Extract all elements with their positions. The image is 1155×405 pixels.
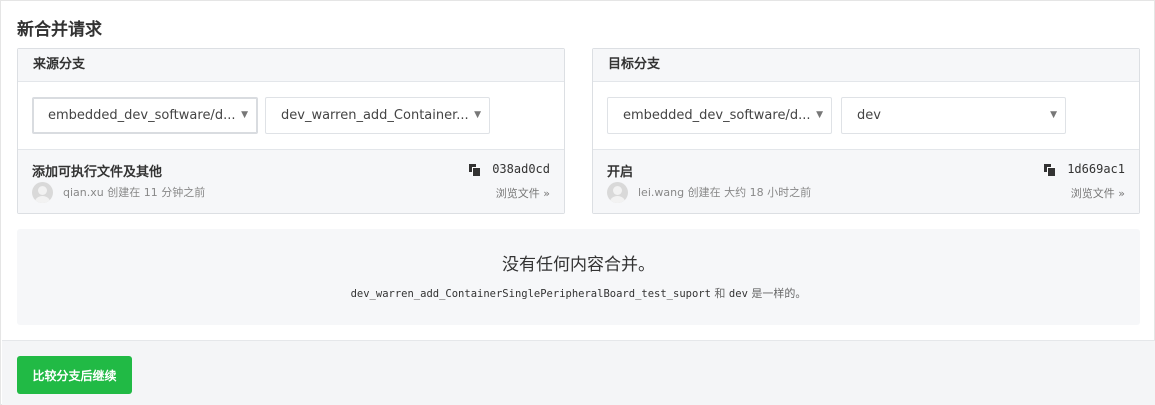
notice-and-text: 和 [714, 287, 726, 300]
chevron-down-icon: ▼ [816, 110, 823, 120]
target-commit-sha[interactable]: 1d669ac1 [1067, 162, 1125, 176]
page-frame: 新合并请求 来源分支 embedded_dev_software/d... ▼ … [0, 0, 1155, 405]
footer-bar: 比较分支后继续 [2, 340, 1155, 405]
chevron-down-icon: ▼ [474, 110, 481, 120]
target-panel-body: embedded_dev_software/d... ▼ dev ▼ [593, 82, 1139, 150]
source-branch-panel: 来源分支 embedded_dev_software/d... ▼ dev_wa… [17, 48, 565, 214]
notice-detail: dev_warren_add_ContainerSinglePeripheral… [17, 285, 1140, 301]
target-repo-select-value: embedded_dev_software/d... [623, 108, 811, 123]
source-browse-files-link[interactable]: 浏览文件 » [496, 185, 550, 201]
target-branch-panel: 目标分支 embedded_dev_software/d... ▼ dev ▼ … [592, 48, 1140, 214]
target-commit-meta: lei.wang 创建在 大约 18 小时之前 [638, 184, 811, 200]
source-repo-select[interactable]: embedded_dev_software/d... ▼ [32, 97, 258, 134]
target-branch-select-value: dev [857, 108, 881, 123]
compare-continue-button[interactable]: 比较分支后继续 [17, 356, 132, 394]
notice-title: 没有任何内容合并。 [502, 255, 655, 275]
target-commit-author[interactable]: lei.wang [638, 186, 684, 199]
copy-icon[interactable] [1044, 164, 1055, 176]
notice-target-branch: dev [728, 288, 748, 300]
source-commit-meta: qian.xu 创建在 11 分钟之前 [63, 184, 205, 200]
source-repo-select-value: embedded_dev_software/d... [48, 108, 236, 123]
source-branch-select[interactable]: dev_warren_add_Container... ▼ [265, 97, 490, 134]
chevron-down-icon: ▼ [1050, 110, 1057, 120]
target-branch-select[interactable]: dev ▼ [841, 97, 1066, 134]
nothing-to-merge-notice: 没有任何内容合并。 dev_warren_add_ContainerSingle… [17, 229, 1140, 325]
target-repo-select[interactable]: embedded_dev_software/d... ▼ [607, 97, 832, 134]
avatar [607, 182, 628, 203]
target-panel-header: 目标分支 [593, 49, 1139, 82]
target-commit-title: 开启 [607, 165, 634, 180]
source-branch-select-value: dev_warren_add_Container... [281, 108, 469, 123]
source-commit-info: 添加可执行文件及其他 qian.xu 创建在 11 分钟之前 038ad0cd … [18, 150, 564, 213]
notice-source-branch: dev_warren_add_ContainerSinglePeripheral… [350, 288, 711, 300]
target-commit-time: 创建在 大约 18 小时之前 [687, 186, 812, 199]
source-commit-author[interactable]: qian.xu [63, 186, 104, 199]
source-commit-sha[interactable]: 038ad0cd [492, 162, 550, 176]
notice-same-text: 是一样的。 [751, 287, 807, 300]
page-title: 新合并请求 [17, 20, 102, 40]
source-commit-title: 添加可执行文件及其他 [32, 165, 163, 180]
chevron-down-icon: ▼ [241, 110, 248, 120]
source-panel-body: embedded_dev_software/d... ▼ dev_warren_… [18, 82, 564, 150]
target-browse-files-link[interactable]: 浏览文件 » [1071, 185, 1125, 201]
source-commit-time: 创建在 11 分钟之前 [107, 186, 206, 199]
source-panel-header: 来源分支 [18, 49, 564, 82]
copy-icon[interactable] [469, 164, 480, 176]
avatar [32, 182, 53, 203]
target-commit-info: 开启 lei.wang 创建在 大约 18 小时之前 1d669ac1 浏览文件… [593, 150, 1139, 213]
